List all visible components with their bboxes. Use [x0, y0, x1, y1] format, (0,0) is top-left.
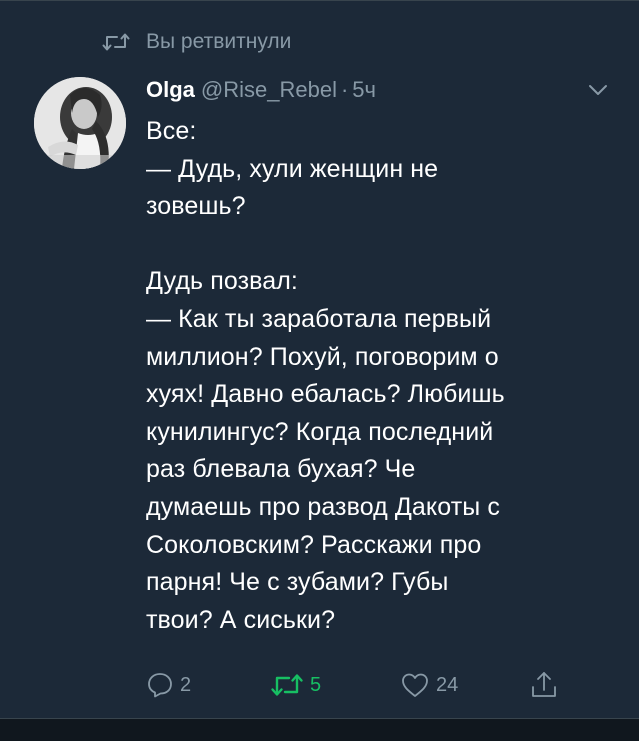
- reply-count: 2: [180, 673, 192, 696]
- like-button[interactable]: 24: [400, 667, 458, 703]
- retweet-count: 5: [310, 673, 322, 696]
- reply-button[interactable]: 2: [146, 667, 191, 703]
- share-button[interactable]: [530, 667, 558, 703]
- chevron-down-icon[interactable]: [588, 83, 608, 97]
- user-handle[interactable]: @Rise_Rebel: [201, 77, 337, 103]
- share-icon: [532, 672, 556, 697]
- tweet-actions: 2 5 24: [146, 667, 586, 703]
- bottom-divider: [0, 718, 639, 741]
- tweet-card[interactable]: Вы ретвитнули Olga @Rise_Rebel · 5ч Все:…: [0, 0, 639, 741]
- retweet-icon: [102, 33, 130, 51]
- display-name[interactable]: Olga: [146, 77, 195, 103]
- like-count: 24: [436, 673, 459, 696]
- retweet-context-label: Вы ретвитнули: [146, 30, 292, 53]
- avatar[interactable]: [34, 77, 126, 169]
- retweet-icon: [271, 674, 303, 696]
- retweet-button[interactable]: 5: [270, 667, 321, 703]
- timestamp[interactable]: 5ч: [352, 77, 376, 103]
- tweet-header: Olga @Rise_Rebel · 5ч: [146, 73, 376, 107]
- reply-icon: [148, 673, 172, 698]
- tweet-text: Все: — Дудь, хули женщин не зовешь? Дудь…: [146, 117, 505, 634]
- heart-icon: [402, 673, 428, 697]
- separator-dot: ·: [340, 77, 349, 102]
- retweet-context: Вы ретвитнули: [102, 27, 291, 57]
- avatar-photo: [34, 77, 126, 169]
